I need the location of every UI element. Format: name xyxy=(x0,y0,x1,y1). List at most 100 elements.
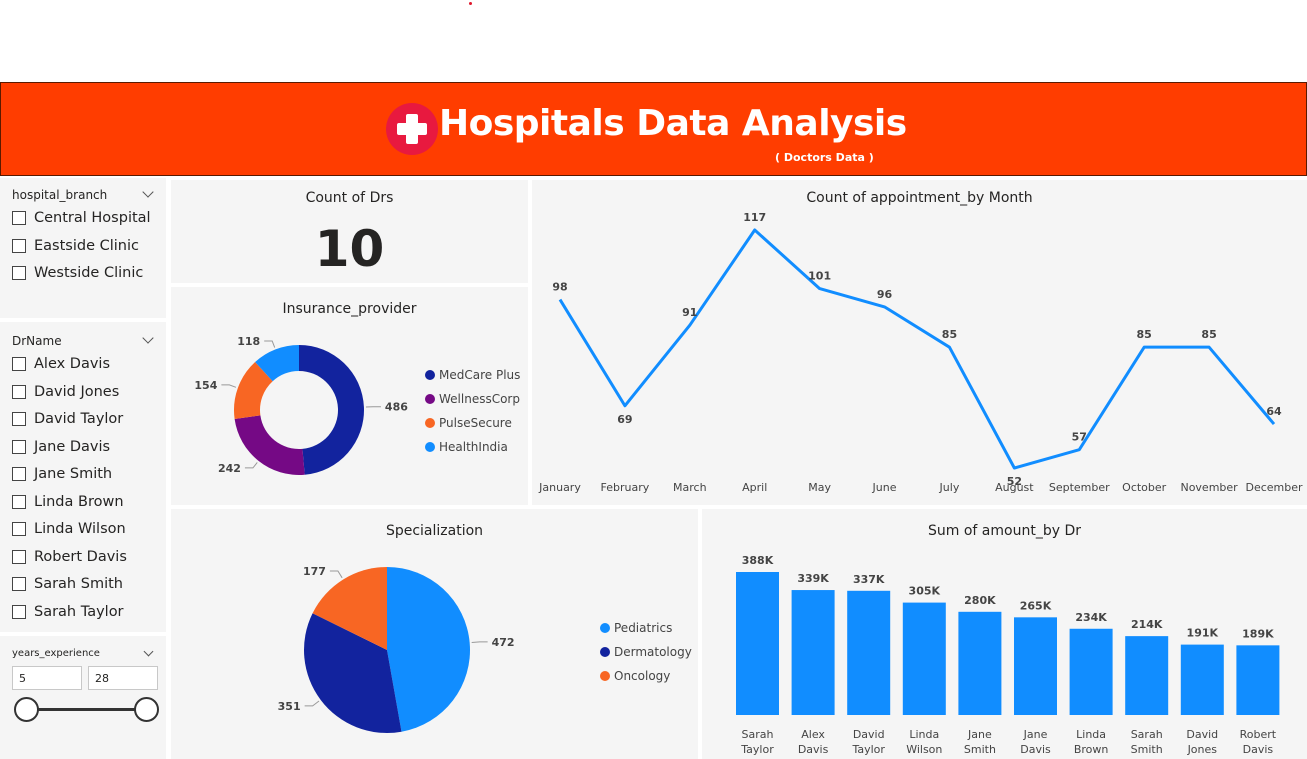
doctor-tick-label: Jane xyxy=(967,728,992,741)
checkbox[interactable] xyxy=(12,604,26,619)
specialization-legend-dermatology[interactable]: Dermatology xyxy=(600,645,692,659)
doctor-tick-label: Robert xyxy=(1240,728,1277,741)
appointments-data-label: 117 xyxy=(743,211,766,224)
kpi-title: Count of Drs xyxy=(305,190,394,206)
doctor-option-sarah-smith[interactable]: Sarah Smith xyxy=(12,574,123,594)
dashboard-canvas: Hospitals Data Analysis ( Doctors Data )… xyxy=(0,0,1307,759)
bar-linda-wilson[interactable] xyxy=(902,602,946,715)
checkbox[interactable] xyxy=(12,494,26,509)
option-label: David Taylor xyxy=(34,411,124,427)
specialization-slice-pediatrics[interactable] xyxy=(387,567,470,732)
appointments-data-label: 91 xyxy=(682,306,697,319)
month-tick-label: October xyxy=(1122,481,1166,494)
insurance-legend-pulsesecure[interactable]: PulseSecure xyxy=(425,416,512,430)
appointments-line-chart: 98 January 69 February 91 March 117 April 101 May… xyxy=(538,211,1303,494)
bar-sarah-smith[interactable] xyxy=(1125,636,1169,715)
doctor-tick-label: Wilson xyxy=(906,743,942,756)
hospital-cross-icon xyxy=(386,103,438,155)
amount-chart-panel: Sum of amount_by Dr 388K Sarah Taylor 339K A… xyxy=(702,509,1307,759)
insurance-legend-medcare-plus[interactable]: MedCare Plus xyxy=(425,368,520,382)
legend-dot xyxy=(600,671,610,681)
appointments-series-line[interactable] xyxy=(558,228,1276,470)
doctor-tick-label: Brown xyxy=(1074,743,1109,756)
insurance-data-label: 242 xyxy=(218,462,241,475)
insurance-chart-panel: Insurance_provider 486 242 154 118 MedCare … xyxy=(171,287,528,505)
doctor-tick-label: Smith xyxy=(1131,743,1163,756)
experience-slider-track[interactable] xyxy=(27,708,147,711)
appointments-data-label: 96 xyxy=(877,288,893,301)
month-tick-label: December xyxy=(1245,481,1303,494)
chevron-down-icon[interactable] xyxy=(142,186,154,198)
appointments-data-label: 57 xyxy=(1072,431,1087,444)
specialization-leader-line xyxy=(329,570,343,579)
checkbox[interactable] xyxy=(12,549,26,564)
branch-option-central-hospital[interactable]: Central Hospital xyxy=(12,208,151,228)
month-tick-label: January xyxy=(538,481,581,494)
specialization-legend-pediatrics[interactable]: Pediatrics xyxy=(600,621,672,635)
checkbox[interactable] xyxy=(12,467,26,481)
specialization-legend-oncology[interactable]: Oncology xyxy=(600,669,670,683)
experience-slider-min-handle[interactable] xyxy=(14,697,39,722)
checkbox[interactable] xyxy=(12,384,26,399)
bar-sarah-taylor[interactable] xyxy=(736,572,779,715)
doctor-option-linda-wilson[interactable]: Linda Wilson xyxy=(12,519,126,539)
doctor-option-robert-davis[interactable]: Robert Davis xyxy=(12,547,127,567)
bar-data-label: 214K xyxy=(1131,618,1163,631)
bar-jane-smith[interactable] xyxy=(958,611,1002,715)
bar-data-label: 191K xyxy=(1187,627,1219,640)
specialization-data-label: 351 xyxy=(278,700,301,713)
legend-label: Pediatrics xyxy=(614,621,673,635)
experience-max-input[interactable]: 28 xyxy=(88,666,158,690)
bar-data-label: 265K xyxy=(1020,599,1052,612)
chevron-down-icon[interactable] xyxy=(142,332,154,344)
experience-min-input[interactable]: 5 xyxy=(12,666,82,690)
checkbox[interactable] xyxy=(12,412,26,426)
insurance-data-label: 154 xyxy=(194,379,217,392)
insurance-legend-healthindia[interactable]: HealthIndia xyxy=(425,440,508,454)
option-label: David Jones xyxy=(34,383,120,400)
doctor-option-alex-davis[interactable]: Alex Davis xyxy=(12,354,110,374)
option-label: Westside Clinic xyxy=(34,265,144,281)
doctor-option-david-taylor[interactable]: David Taylor xyxy=(12,409,123,429)
experience-slider-max-handle[interactable] xyxy=(134,697,159,722)
page-subtitle: ( Doctors Data ) xyxy=(775,151,874,164)
bar-david-taylor[interactable] xyxy=(847,590,891,715)
insurance-slice-wellnesscorp[interactable] xyxy=(234,415,305,475)
bar-alex-davis[interactable] xyxy=(791,590,835,715)
branch-option-westside-clinic[interactable]: Westside Clinic xyxy=(12,263,143,283)
month-tick-label: April xyxy=(742,481,767,494)
legend-label: HealthIndia xyxy=(439,440,508,454)
checkbox[interactable] xyxy=(12,439,26,454)
doctor-option-sarah-taylor[interactable]: Sarah Taylor xyxy=(12,602,124,622)
bar-jane-davis[interactable] xyxy=(1014,617,1057,715)
insurance-leader-line xyxy=(264,340,276,348)
checkbox[interactable] xyxy=(12,357,26,371)
bar-robert-davis[interactable] xyxy=(1236,645,1280,715)
doctor-option-jane-davis[interactable]: Jane Davis xyxy=(12,437,110,457)
bar-linda-brown[interactable] xyxy=(1069,628,1113,715)
checkbox[interactable] xyxy=(12,522,26,536)
chevron-down-icon[interactable] xyxy=(143,646,154,657)
appointments-data-label: 64 xyxy=(1266,405,1282,418)
month-tick-label: August xyxy=(995,481,1034,494)
legend-label: Oncology xyxy=(614,669,671,683)
doctor-option-linda-brown[interactable]: Linda Brown xyxy=(12,492,124,512)
checkbox[interactable] xyxy=(12,577,26,591)
legend-label: WellnessCorp xyxy=(439,392,520,406)
doctor-tick-label: Alex xyxy=(801,728,825,741)
bar-david-jones[interactable] xyxy=(1180,644,1224,715)
option-label: Robert Davis xyxy=(34,548,127,565)
doctor-option-david-jones[interactable]: David Jones xyxy=(12,382,119,402)
doctor-tick-label: Davis xyxy=(1243,743,1274,756)
checkbox[interactable] xyxy=(12,238,26,253)
branch-option-eastside-clinic[interactable]: Eastside Clinic xyxy=(12,236,139,256)
checkbox[interactable] xyxy=(12,211,26,225)
option-label: Linda Wilson xyxy=(34,521,126,537)
checkbox[interactable] xyxy=(12,266,26,280)
bar-data-label: 234K xyxy=(1075,611,1107,624)
month-tick-label: July xyxy=(939,481,960,494)
doctor-option-jane-smith[interactable]: Jane Smith xyxy=(12,464,112,484)
insurance-slice-medcare-plus[interactable] xyxy=(299,345,364,475)
insurance-legend-wellnesscorp[interactable]: WellnessCorp xyxy=(425,392,520,406)
doctor-tick-label: Linda xyxy=(909,728,939,741)
